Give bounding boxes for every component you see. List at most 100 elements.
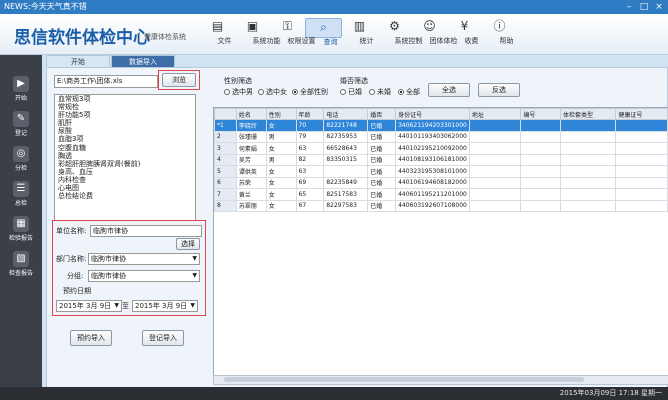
- list-item[interactable]: 空腹血糖: [55, 144, 195, 152]
- scrollbar-thumb[interactable]: [224, 377, 584, 382]
- sidebar-item-start[interactable]: ▶ 开始: [3, 73, 39, 103]
- table-cell[interactable]: [615, 199, 668, 212]
- close-icon[interactable]: ×: [654, 2, 664, 12]
- column-header[interactable]: 健康证号: [615, 108, 668, 120]
- list-item[interactable]: 血脂3项: [55, 135, 195, 143]
- reserve-import-button[interactable]: 预约导入: [70, 330, 112, 346]
- table-cell[interactable]: [520, 165, 561, 178]
- row-number[interactable]: 4: [214, 153, 237, 166]
- list-item[interactable]: 彩超肝胆脾胰肾双肾(餐前): [55, 160, 195, 168]
- radio-all-marriage[interactable]: 全部: [398, 87, 420, 97]
- sidebar-item-summary[interactable]: ☰ 总检: [3, 178, 39, 208]
- table-cell[interactable]: 82735953: [323, 130, 369, 143]
- table-cell[interactable]: 已婚: [367, 119, 397, 132]
- horizontal-scrollbar[interactable]: [213, 375, 668, 385]
- table-cell[interactable]: 吴芳: [235, 153, 267, 166]
- table-cell[interactable]: 67: [295, 199, 325, 212]
- select-unit-button[interactable]: 选择: [176, 238, 200, 250]
- column-header[interactable]: 体检套类型: [559, 108, 617, 120]
- table-cell[interactable]: 70: [295, 119, 325, 132]
- table-cell[interactable]: [615, 142, 668, 155]
- table-cell[interactable]: 66528643: [323, 142, 369, 155]
- table-cell[interactable]: [559, 142, 617, 155]
- row-number[interactable]: 8: [214, 199, 237, 212]
- table-row[interactable]: 8 苏翠丽女 67 82297583 已婚 440603192607108000: [214, 199, 668, 212]
- sidebar-item-register[interactable]: ✎ 登记: [3, 108, 39, 138]
- radio-female[interactable]: 选中女: [258, 87, 287, 97]
- table-cell[interactable]: [520, 176, 561, 189]
- table-cell[interactable]: [468, 199, 522, 212]
- table-cell[interactable]: 63: [295, 142, 325, 155]
- minimize-icon[interactable]: –: [624, 2, 634, 12]
- table-cell[interactable]: 女: [265, 119, 297, 132]
- table-cell[interactable]: [520, 142, 561, 155]
- table-row[interactable]: 3 何素娟女 63 66528643 已婚 440102195210092000: [214, 142, 668, 155]
- radio-all-gender[interactable]: 全部性别: [292, 87, 328, 97]
- toolbar-permission[interactable]: ⚿ 权限设置: [270, 18, 316, 45]
- column-header[interactable]: 身份证号: [395, 108, 470, 120]
- browse-button[interactable]: 浏览: [162, 73, 196, 87]
- table-cell[interactable]: 440108193106181000: [395, 153, 470, 166]
- table-cell[interactable]: [468, 176, 522, 189]
- table-cell[interactable]: 黄兰: [235, 188, 267, 201]
- column-header[interactable]: 姓名: [235, 108, 267, 120]
- column-header[interactable]: [214, 108, 237, 120]
- table-cell[interactable]: [468, 142, 522, 155]
- row-number[interactable]: 2: [214, 130, 237, 143]
- table-cell[interactable]: [559, 153, 617, 166]
- table-row[interactable]: 7 黄兰女 65 82517583 已婚 440601195211201000: [214, 188, 668, 201]
- table-cell[interactable]: [615, 176, 668, 189]
- column-header[interactable]: 性别: [265, 108, 297, 120]
- table-cell[interactable]: 已婚: [367, 142, 397, 155]
- table-cell[interactable]: [615, 119, 668, 132]
- table-cell[interactable]: 已婚: [367, 199, 397, 212]
- table-cell[interactable]: 63: [295, 165, 325, 178]
- table-cell[interactable]: 谭供英: [235, 165, 267, 178]
- table-cell[interactable]: 张瑾珊: [235, 130, 267, 143]
- table-cell[interactable]: 69: [295, 176, 325, 189]
- table-cell[interactable]: 女: [265, 199, 297, 212]
- table-cell[interactable]: 苏翠丽: [235, 199, 267, 212]
- list-item[interactable]: 肝功能5项: [55, 111, 195, 119]
- radio-unmarried[interactable]: 未婚: [369, 87, 391, 97]
- list-item[interactable]: 内科检查: [55, 176, 195, 184]
- table-cell[interactable]: 已婚: [367, 188, 397, 201]
- group-select[interactable]: 临朐市律协 ▼: [88, 270, 200, 282]
- table-cell[interactable]: 女: [265, 165, 297, 178]
- toolbar-fee[interactable]: ¥ 收费: [447, 18, 482, 45]
- table-row[interactable]: 2 张瑾珊男 79 82735953 已婚 440101193403062000: [214, 130, 668, 143]
- table-cell[interactable]: 男: [265, 130, 297, 143]
- table-cell[interactable]: 已婚: [367, 165, 397, 178]
- table-cell[interactable]: [323, 165, 369, 178]
- table-cell[interactable]: 女: [265, 188, 297, 201]
- list-item[interactable]: 肌酐: [55, 119, 195, 127]
- table-cell[interactable]: [468, 153, 522, 166]
- table-cell[interactable]: [520, 199, 561, 212]
- table-cell[interactable]: 女: [265, 176, 297, 189]
- table-row[interactable]: *1 李晓玲女 70 82221748 已婚 340621194203301000: [214, 119, 668, 132]
- file-path-input[interactable]: E:\商务工作\团体.xls: [54, 75, 158, 88]
- table-cell[interactable]: [520, 130, 561, 143]
- column-header[interactable]: 婚否: [367, 108, 397, 120]
- table-cell[interactable]: [520, 188, 561, 201]
- table-cell[interactable]: [520, 153, 561, 166]
- column-header[interactable]: 年龄: [295, 108, 325, 120]
- table-cell[interactable]: [615, 130, 668, 143]
- table-cell[interactable]: 82235849: [323, 176, 369, 189]
- unit-name-input[interactable]: 临朐市律协: [90, 225, 202, 237]
- table-cell[interactable]: 男: [265, 153, 297, 166]
- toolbar-control[interactable]: ⚙ 系统控制: [377, 18, 422, 45]
- column-header[interactable]: 地址: [468, 108, 522, 120]
- column-header[interactable]: 编号: [520, 108, 561, 120]
- radio-male[interactable]: 选中男: [224, 87, 253, 97]
- table-cell[interactable]: [615, 153, 668, 166]
- table-cell[interactable]: [559, 199, 617, 212]
- column-header[interactable]: 电话: [323, 108, 369, 120]
- row-number[interactable]: 6: [214, 176, 237, 189]
- toolbar-query[interactable]: ⌕ 查询: [305, 18, 342, 46]
- table-cell[interactable]: 65: [295, 188, 325, 201]
- invert-selection-button[interactable]: 反选: [478, 83, 520, 97]
- table-cell[interactable]: 已婚: [367, 153, 397, 166]
- table-cell[interactable]: [520, 119, 561, 132]
- list-item[interactable]: 胸透: [55, 152, 195, 160]
